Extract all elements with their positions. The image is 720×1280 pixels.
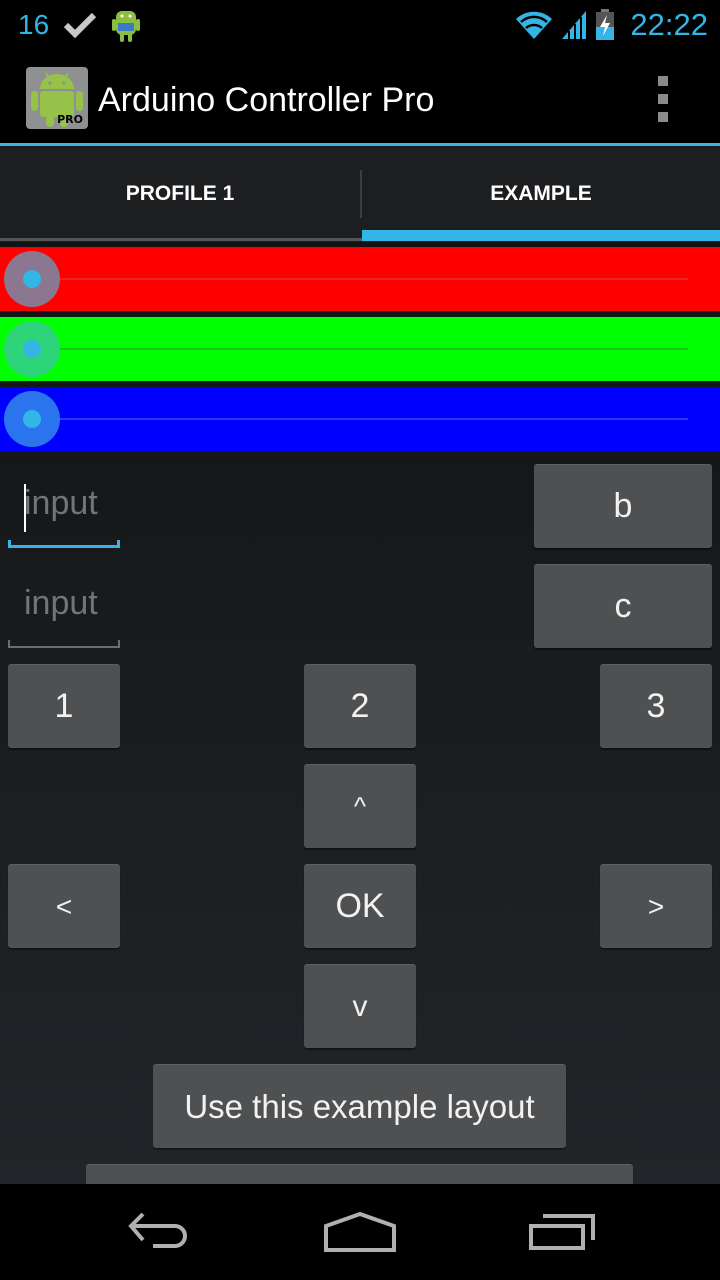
cell-signal-icon xyxy=(562,11,587,39)
overflow-dot xyxy=(658,94,668,104)
slider-thumb-center xyxy=(23,270,41,288)
button-down[interactable]: v xyxy=(304,964,416,1048)
input-underline xyxy=(8,640,120,648)
tab-example[interactable]: EXAMPLE xyxy=(362,146,720,242)
notification-area: 16 xyxy=(18,0,141,50)
input-placeholder: input xyxy=(24,484,98,522)
arduino-controller-pro-icon[interactable]: PRO xyxy=(26,67,88,129)
home-icon xyxy=(324,1212,396,1252)
action-bar: PRO Arduino Controller Pro xyxy=(0,50,720,143)
green-slider[interactable] xyxy=(0,317,720,381)
button-ok[interactable]: OK xyxy=(304,864,416,948)
back-button[interactable] xyxy=(110,1204,210,1260)
button-2[interactable]: 2 xyxy=(304,664,416,748)
overflow-menu-icon xyxy=(658,76,668,86)
input-field-2[interactable]: input xyxy=(8,564,120,648)
recent-apps-icon xyxy=(529,1214,595,1250)
partially-visible-button[interactable] xyxy=(86,1164,633,1184)
slider-track xyxy=(32,418,688,420)
button-up[interactable]: ^ xyxy=(304,764,416,848)
input-placeholder: input xyxy=(24,584,98,622)
tab-underline-inactive xyxy=(0,238,362,241)
button-c[interactable]: c xyxy=(534,564,712,648)
tab-bar: PROFILE 1 EXAMPLE xyxy=(0,146,720,242)
tab-profile-1[interactable]: PROFILE 1 xyxy=(0,146,360,242)
home-button[interactable] xyxy=(310,1204,410,1260)
wifi-icon xyxy=(516,11,553,39)
text-cursor xyxy=(24,484,26,532)
slider-thumb-center xyxy=(23,340,41,358)
blue-slider[interactable] xyxy=(0,387,720,451)
notification-count: 16 xyxy=(18,9,50,40)
status-bar: 16 22:22 xyxy=(0,0,720,50)
slider-track xyxy=(32,278,688,280)
red-slider[interactable] xyxy=(0,247,720,311)
back-icon xyxy=(128,1212,187,1248)
pro-badge: PRO xyxy=(57,113,83,126)
button-3[interactable]: 3 xyxy=(600,664,712,748)
button-left[interactable]: < xyxy=(8,864,120,948)
navigation-bar xyxy=(0,1184,720,1280)
button-right[interactable]: > xyxy=(600,864,712,948)
check-icon xyxy=(64,12,97,39)
slider-track xyxy=(32,348,688,350)
overflow-dot xyxy=(658,112,668,122)
overflow-menu-button[interactable] xyxy=(646,76,680,122)
battery-charging-icon xyxy=(596,9,615,40)
use-example-layout-button[interactable]: Use this example layout xyxy=(153,1064,566,1148)
button-1[interactable]: 1 xyxy=(8,664,120,748)
input-underline xyxy=(8,540,120,548)
controller-layout: input input b c 1 2 3 ^ < OK > v Use thi… xyxy=(0,242,720,1184)
android-debug-icon xyxy=(112,11,141,42)
clock: 22:22 xyxy=(630,7,708,42)
tab-indicator-selected xyxy=(362,230,720,241)
recent-apps-button[interactable] xyxy=(512,1204,612,1260)
app-title: Arduino Controller Pro xyxy=(98,81,435,119)
input-field-1[interactable]: input xyxy=(8,464,120,548)
slider-thumb-center xyxy=(23,410,41,428)
button-b[interactable]: b xyxy=(534,464,712,548)
system-status-area: 22:22 xyxy=(514,0,708,50)
